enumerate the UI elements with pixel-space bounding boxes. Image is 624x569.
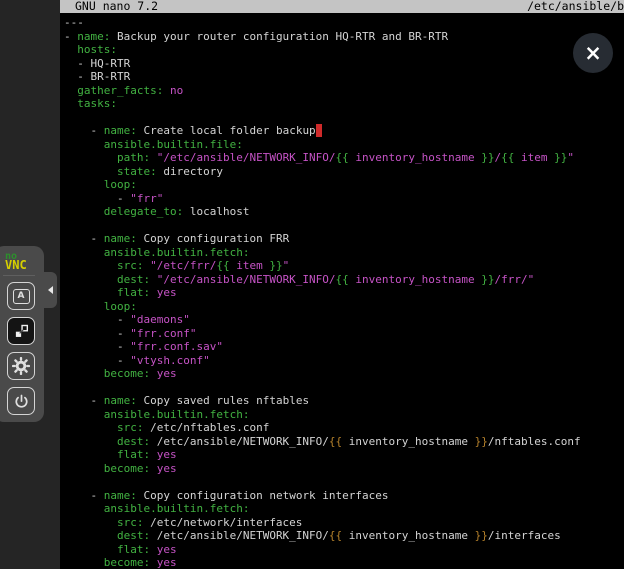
- code-line: state: directory: [64, 165, 624, 179]
- code-line: ansible.builtin.fetch:: [64, 408, 624, 422]
- nano-version-title: GNU nano 7.2: [60, 0, 158, 13]
- code-line: - BR-RTR: [64, 70, 624, 84]
- code-line: - "vtysh.conf": [64, 354, 624, 368]
- code-line: hosts:: [64, 43, 624, 57]
- code-line: - "frr.conf.sav": [64, 340, 624, 354]
- code-line: flat: yes: [64, 543, 624, 557]
- fullscreen-button[interactable]: [7, 317, 35, 345]
- code-line: dest: /etc/ansible/NETWORK_INFO/{{ inven…: [64, 529, 624, 543]
- code-line: loop:: [64, 178, 624, 192]
- nano-titlebar: GNU nano 7.2 /etc/ansible/b: [60, 0, 624, 13]
- code-line: [64, 219, 624, 233]
- panel-collapse-handle[interactable]: [44, 272, 57, 308]
- code-line: ---: [64, 16, 624, 30]
- code-line: flat: yes: [64, 286, 624, 300]
- code-line: ansible.builtin.fetch:: [64, 246, 624, 260]
- novnc-logo: no VNC: [5, 252, 35, 270]
- code-line: - HQ-RTR: [64, 57, 624, 71]
- code-line: ansible.builtin.fetch:: [64, 502, 624, 516]
- code-line: loop:: [64, 300, 624, 314]
- code-line: become: yes: [64, 556, 624, 569]
- editor-lines[interactable]: ---- name: Backup your router configurat…: [64, 16, 624, 569]
- power-icon: [13, 393, 30, 410]
- code-line: flat: yes: [64, 448, 624, 462]
- code-line: - name: Backup your router configuration…: [64, 30, 624, 44]
- code-line: - "frr.conf": [64, 327, 624, 341]
- code-line: [64, 111, 624, 125]
- close-button[interactable]: ×: [573, 33, 613, 73]
- vnc-screen-terminal[interactable]: GNU nano 7.2 /etc/ansible/b ---- name: B…: [60, 0, 624, 569]
- code-line: dest: "/etc/ansible/NETWORK_INFO/{{ inve…: [64, 273, 624, 287]
- collapse-left-arrow-icon: [48, 286, 53, 294]
- code-line: - name: Copy configuration FRR: [64, 232, 624, 246]
- settings-button[interactable]: [7, 352, 35, 380]
- code-line: become: yes: [64, 462, 624, 476]
- power-button[interactable]: [7, 387, 35, 415]
- code-line: - name: Create local folder backup: [64, 124, 624, 138]
- code-line: - "daemons": [64, 313, 624, 327]
- gear-icon: [11, 356, 31, 376]
- code-line: ansible.builtin.file:: [64, 138, 624, 152]
- code-line: - name: Copy configuration network inter…: [64, 489, 624, 503]
- code-line: src: /etc/network/interfaces: [64, 516, 624, 530]
- text-cursor: [316, 124, 323, 137]
- close-icon: ×: [584, 33, 602, 73]
- keyboard-a-icon: A: [13, 289, 30, 304]
- vnc-control-panel: no VNC A: [0, 246, 44, 422]
- code-line: dest: /etc/ansible/NETWORK_INFO/{{ inven…: [64, 435, 624, 449]
- code-line: gather_facts: no: [64, 84, 624, 98]
- code-line: become: yes: [64, 367, 624, 381]
- code-line: tasks:: [64, 97, 624, 111]
- code-line: path: "/etc/ansible/NETWORK_INFO/{{ inve…: [64, 151, 624, 165]
- code-line: - "frr": [64, 192, 624, 206]
- code-line: src: /etc/nftables.conf: [64, 421, 624, 435]
- nano-file-path: /etc/ansible/b: [527, 0, 624, 13]
- novnc-logo-vnc: VNC: [5, 261, 35, 270]
- code-line: - name: Copy saved rules nftables: [64, 394, 624, 408]
- code-line: delegate_to: localhost: [64, 205, 624, 219]
- code-line: src: "/etc/frr/{{ item }}": [64, 259, 624, 273]
- code-line: [64, 475, 624, 489]
- fullscreen-icon: [14, 324, 29, 339]
- code-line: [64, 381, 624, 395]
- keyboard-button[interactable]: A: [7, 282, 35, 310]
- panel-divider: [3, 275, 35, 276]
